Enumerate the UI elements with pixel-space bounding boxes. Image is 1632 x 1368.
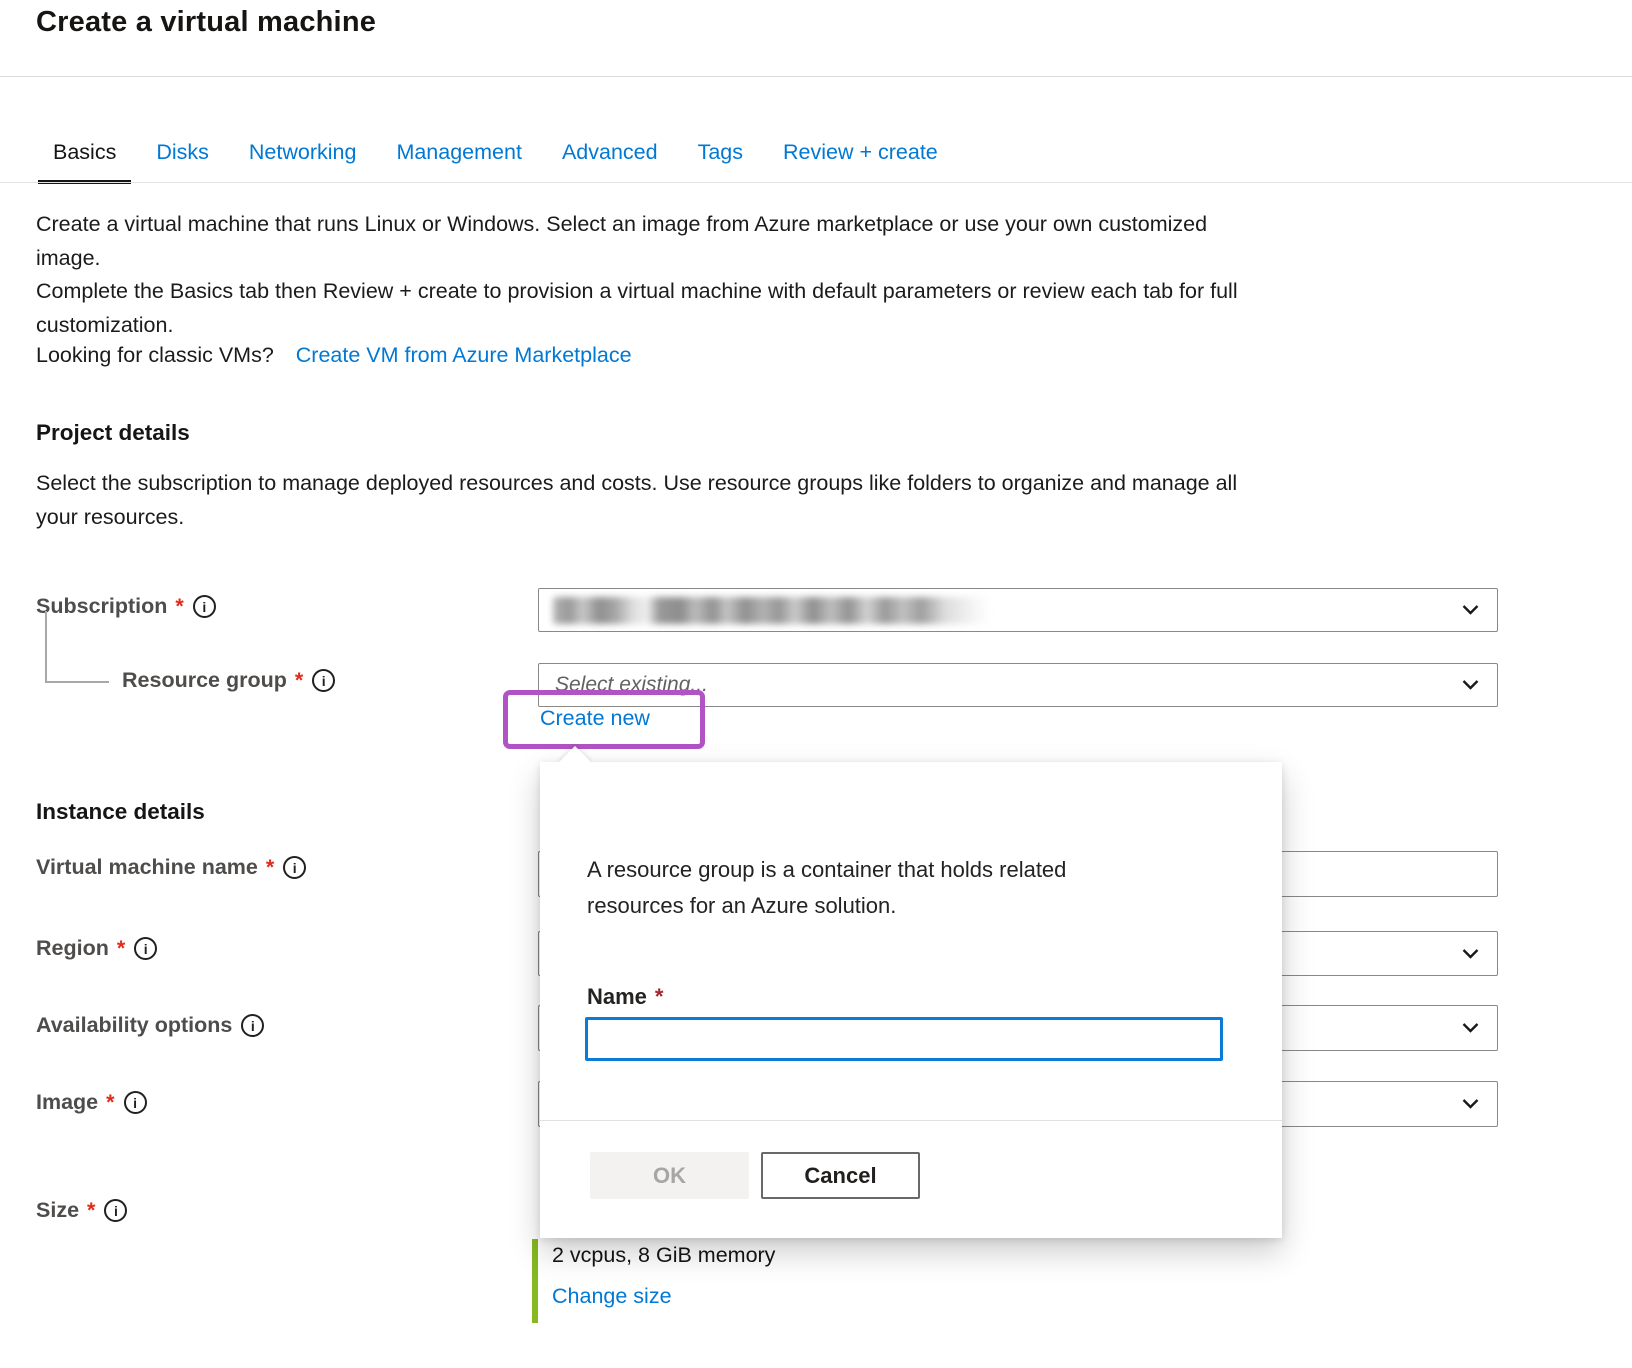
subscription-dropdown[interactable] (538, 588, 1498, 632)
create-vm-page: Create a virtual machine Basics Disks Ne… (0, 0, 1632, 1368)
header-divider (0, 76, 1632, 77)
resource-group-label: Resource group * i (122, 668, 335, 693)
intro-text: Create a virtual machine that runs Linux… (36, 208, 1456, 342)
tab-basics[interactable]: Basics (38, 133, 131, 184)
required-marker: * (87, 1198, 95, 1223)
required-marker: * (266, 855, 274, 880)
info-icon[interactable]: i (283, 856, 306, 879)
classic-vm-row: Looking for classic VMs? Create VM from … (36, 343, 632, 368)
size-selection-bar (532, 1239, 538, 1323)
resource-group-dropdown[interactable]: Select existing... (538, 663, 1498, 707)
info-icon[interactable]: i (312, 669, 335, 692)
page-title: Create a virtual machine (36, 6, 376, 39)
create-new-link[interactable]: Create new (540, 706, 650, 731)
create-vm-marketplace-link[interactable]: Create VM from Azure Marketplace (296, 343, 632, 367)
info-icon[interactable]: i (193, 595, 216, 618)
required-marker: * (655, 984, 664, 1010)
instance-details-heading: Instance details (36, 799, 205, 825)
info-icon[interactable]: i (241, 1014, 264, 1037)
required-marker: * (117, 936, 125, 961)
subscription-value-redacted (553, 597, 991, 624)
tab-tags[interactable]: Tags (683, 133, 758, 184)
chevron-down-icon (1462, 1099, 1479, 1110)
dialog-divider (540, 1120, 1282, 1121)
info-icon[interactable]: i (124, 1091, 147, 1114)
change-size-link[interactable]: Change size (552, 1284, 672, 1309)
chevron-down-icon (1462, 1023, 1479, 1034)
resource-group-name-input[interactable] (585, 1017, 1223, 1061)
resource-group-placeholder: Select existing... (555, 673, 708, 697)
tab-advanced[interactable]: Advanced (547, 133, 673, 184)
chevron-down-icon (1462, 948, 1479, 959)
vm-name-label: Virtual machine name * i (36, 855, 306, 880)
info-icon[interactable]: i (134, 937, 157, 960)
project-details-heading: Project details (36, 420, 190, 446)
tab-disks[interactable]: Disks (141, 133, 224, 184)
region-label: Region * i (36, 936, 157, 961)
required-marker: * (295, 668, 303, 693)
tab-review-create[interactable]: Review + create (768, 133, 953, 184)
tab-networking[interactable]: Networking (234, 133, 372, 184)
required-marker: * (175, 594, 183, 619)
cancel-button[interactable]: Cancel (761, 1152, 920, 1199)
dialog-name-label: Name * (587, 984, 663, 1010)
dialog-description: A resource group is a container that hol… (587, 852, 1217, 924)
availability-options-label: Availability options i (36, 1013, 264, 1038)
image-label: Image * i (36, 1090, 147, 1115)
info-icon[interactable]: i (104, 1199, 127, 1222)
size-info-text: 2 vcpus, 8 GiB memory (552, 1243, 775, 1268)
tab-management[interactable]: Management (381, 133, 537, 184)
subscription-label: Subscription * i (36, 594, 216, 619)
required-marker: * (106, 1090, 114, 1115)
tree-connector-vertical (45, 611, 47, 682)
dialog-caret (558, 746, 592, 780)
ok-button[interactable]: OK (590, 1152, 749, 1199)
size-label: Size * i (36, 1198, 127, 1223)
create-resource-group-dialog: A resource group is a container that hol… (540, 762, 1282, 1238)
chevron-down-icon (1462, 605, 1479, 616)
tree-connector-horizontal (45, 681, 109, 683)
tab-bar: Basics Disks Networking Management Advan… (38, 133, 963, 184)
tabs-underline (0, 182, 1632, 183)
classic-vm-prompt: Looking for classic VMs? (36, 343, 274, 367)
project-details-description: Select the subscription to manage deploy… (36, 466, 1456, 534)
chevron-down-icon (1462, 680, 1479, 691)
